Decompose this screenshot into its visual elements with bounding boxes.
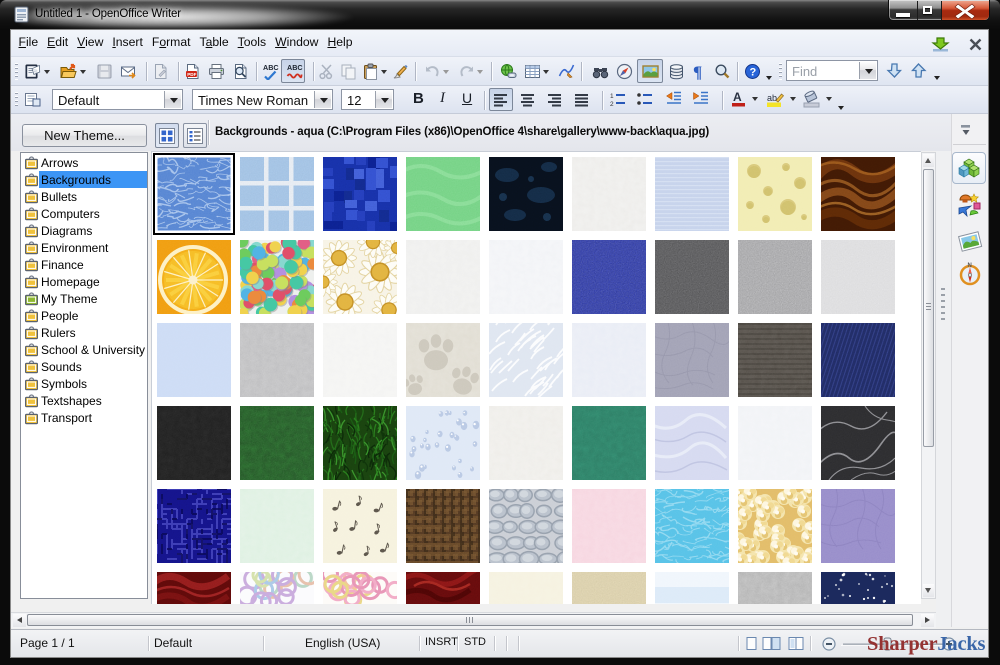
svg-text:2: 2 — [610, 101, 614, 107]
svg-text:?: ? — [750, 67, 757, 79]
svg-text:1: 1 — [610, 93, 614, 100]
svg-text:PDF: PDF — [187, 72, 196, 77]
svg-text:ABC: ABC — [263, 63, 279, 72]
svg-text:ab: ab — [767, 93, 777, 103]
svg-text:N: N — [968, 263, 972, 269]
svg-text:A: A — [733, 90, 742, 104]
svg-text:ABC: ABC — [287, 63, 303, 72]
svg-text:¶: ¶ — [693, 63, 702, 80]
